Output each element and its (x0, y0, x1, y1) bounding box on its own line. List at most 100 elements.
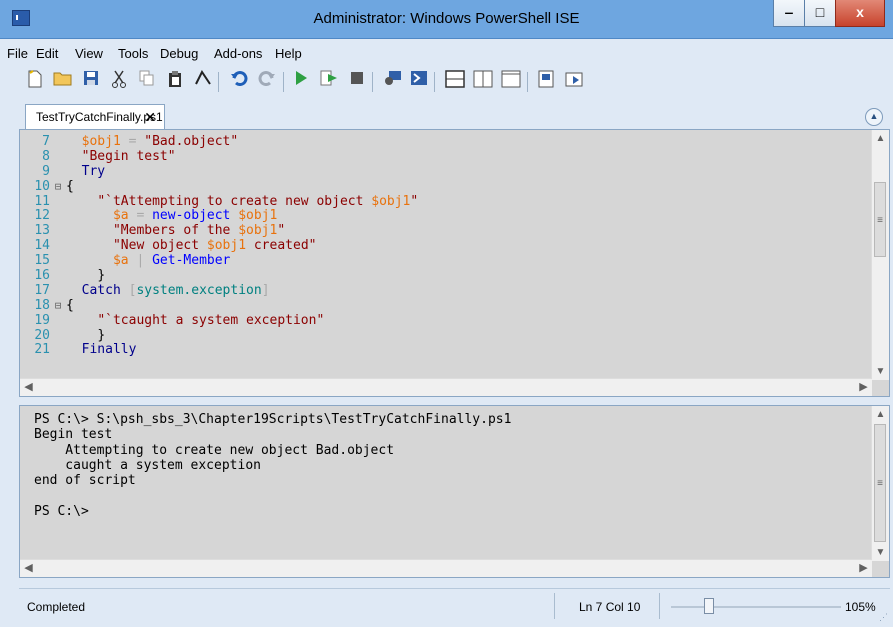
code-line[interactable]: 19 "`tcaught a system exception" (20, 312, 418, 329)
tab-close-icon[interactable]: ✕ (144, 105, 156, 130)
paste-icon[interactable] (164, 70, 186, 92)
menu-bar: File Edit View Tools Debug Add-ons Help (0, 42, 893, 64)
show-commands-icon[interactable] (536, 70, 558, 92)
scroll-right-arrow-icon[interactable]: ▶ (855, 379, 872, 396)
script-tab-strip: TestTryCatchFinally.ps1 ✕ ▲ (19, 104, 890, 129)
menu-tools[interactable]: Tools (118, 46, 148, 61)
code-token: $obj1 (206, 238, 247, 254)
scroll-left-arrow-icon[interactable]: ◀ (20, 379, 37, 396)
code-line[interactable]: 10 ⊟{ (20, 178, 418, 195)
console-pane[interactable]: PS C:\> S:\psh_sbs_3\Chapter19Scripts\Te… (19, 405, 890, 578)
fold-toggle-icon[interactable]: ⊟ (50, 180, 66, 195)
zoom-slider-thumb[interactable] (704, 598, 714, 614)
scroll-left-arrow-icon[interactable]: ◀ (20, 560, 37, 577)
run-selection-icon[interactable] (318, 70, 340, 92)
code-token: Catch (81, 282, 121, 298)
show-script-right-icon[interactable] (472, 70, 494, 92)
menu-edit[interactable]: Edit (36, 46, 58, 61)
code-line[interactable]: 16 } (20, 268, 418, 284)
stop-icon[interactable] (346, 70, 368, 92)
tab-testtrycatchfinally[interactable]: TestTryCatchFinally.ps1 ✕ (25, 104, 165, 129)
script-code[interactable]: 7 $obj1 = "Bad.object" 8 "Begin test" 9 Tr… (20, 134, 418, 358)
scroll-up-arrow-icon[interactable]: ▲ (872, 130, 889, 147)
code-token: { (66, 178, 74, 194)
scroll-thumb[interactable]: ≡ (874, 424, 886, 542)
console-horizontal-scrollbar[interactable]: ◀ ▶ (20, 559, 872, 577)
code-line[interactable]: 13 "Members of the $obj1" (20, 223, 418, 239)
new-remote-tab-icon[interactable] (382, 70, 404, 92)
code-line[interactable]: 18 ⊟{ (20, 297, 418, 314)
code-line[interactable]: 17 Catch [system.exception] (20, 282, 418, 299)
status-separator (659, 593, 660, 619)
new-file-icon[interactable] (24, 70, 46, 92)
menu-add-ons[interactable]: Add-ons (214, 46, 262, 61)
line-number: 19 (34, 312, 50, 328)
toolbar (0, 64, 893, 98)
code-token: "`tAttempting to create new object (97, 193, 372, 209)
powershell-icon[interactable] (192, 70, 214, 92)
menu-help[interactable]: Help (275, 46, 302, 61)
save-icon[interactable] (80, 70, 102, 92)
title-bar[interactable]: Administrator: Windows PowerShell ISE ‒ … (0, 0, 893, 39)
code-line[interactable]: 21 Finally (20, 343, 418, 358)
zoom-slider-track[interactable] (671, 606, 841, 608)
code-token: $obj1 (371, 193, 411, 209)
console-output[interactable]: PS C:\> S:\psh_sbs_3\Chapter19Scripts\Te… (34, 412, 511, 519)
cut-icon[interactable] (108, 70, 130, 92)
menu-debug[interactable]: Debug (160, 46, 198, 61)
line-number: 9 (42, 163, 50, 179)
resize-grip-icon[interactable]: ⋰ (879, 612, 888, 623)
line-number: 10 (34, 178, 50, 194)
copy-icon[interactable] (136, 70, 158, 92)
close-button[interactable]: x (835, 0, 885, 27)
maximize-button[interactable]: □ (804, 0, 836, 27)
redo-icon[interactable] (256, 70, 278, 92)
minimize-button[interactable]: ‒ (773, 0, 805, 27)
script-editor-pane[interactable]: 7 $obj1 = "Bad.object" 8 "Begin test" 9 Tr… (19, 129, 890, 397)
editor-horizontal-scrollbar[interactable]: ◀ ▶ (20, 378, 872, 396)
console-line: Attempting to create new object Bad.obje… (34, 442, 395, 458)
collapse-script-pane-icon[interactable]: ▲ (865, 108, 883, 126)
code-line[interactable]: 7 $obj1 = "Bad.object" (20, 134, 418, 150)
show-script-max-icon[interactable] (500, 70, 522, 92)
code-line[interactable]: 15 $a | Get-Member (20, 253, 418, 269)
console-prompt[interactable]: PS C:\> (34, 504, 511, 519)
undo-icon[interactable] (228, 70, 250, 92)
code-line[interactable]: 14 "New object $obj1 created" (20, 238, 418, 254)
open-folder-icon[interactable] (52, 70, 74, 92)
fold-toggle-icon[interactable]: ⊟ (50, 299, 66, 314)
code-line[interactable]: 20 } (20, 328, 418, 344)
code-line[interactable]: 8 "Begin test" (20, 149, 418, 165)
show-command-addon-icon[interactable] (564, 70, 586, 92)
code-token: { (66, 297, 74, 313)
scroll-up-arrow-icon[interactable]: ▲ (872, 406, 889, 423)
code-line[interactable]: 12 $a = new-object $obj1 (20, 209, 418, 224)
pane-splitter[interactable] (19, 397, 890, 405)
scroll-down-arrow-icon[interactable]: ▼ (872, 544, 889, 561)
scroll-thumb[interactable]: ≡ (874, 182, 886, 257)
code-line[interactable]: 9 Try (20, 163, 418, 180)
code-token: "New object (112, 238, 207, 254)
code-line[interactable]: 11 "`tAttempting to create new object $o… (20, 193, 418, 210)
show-script-top-icon[interactable] (444, 70, 466, 92)
code-token: Get-Member (152, 253, 231, 269)
scroll-right-arrow-icon[interactable]: ▶ (855, 560, 872, 577)
editor-vertical-scrollbar[interactable]: ▲ ≡ ▼ (871, 130, 889, 380)
status-bar: Completed Ln 7 Col 10 105% ⋰ (19, 588, 890, 625)
run-script-icon[interactable] (290, 70, 312, 92)
menu-view[interactable]: View (75, 46, 103, 61)
toolbar-separator (434, 72, 435, 92)
console-vertical-scrollbar[interactable]: ▲ ≡ ▼ (871, 406, 889, 561)
menu-file[interactable]: File (7, 46, 28, 61)
scroll-down-arrow-icon[interactable]: ▼ (872, 363, 889, 380)
powershell-console-icon[interactable] (408, 70, 430, 92)
